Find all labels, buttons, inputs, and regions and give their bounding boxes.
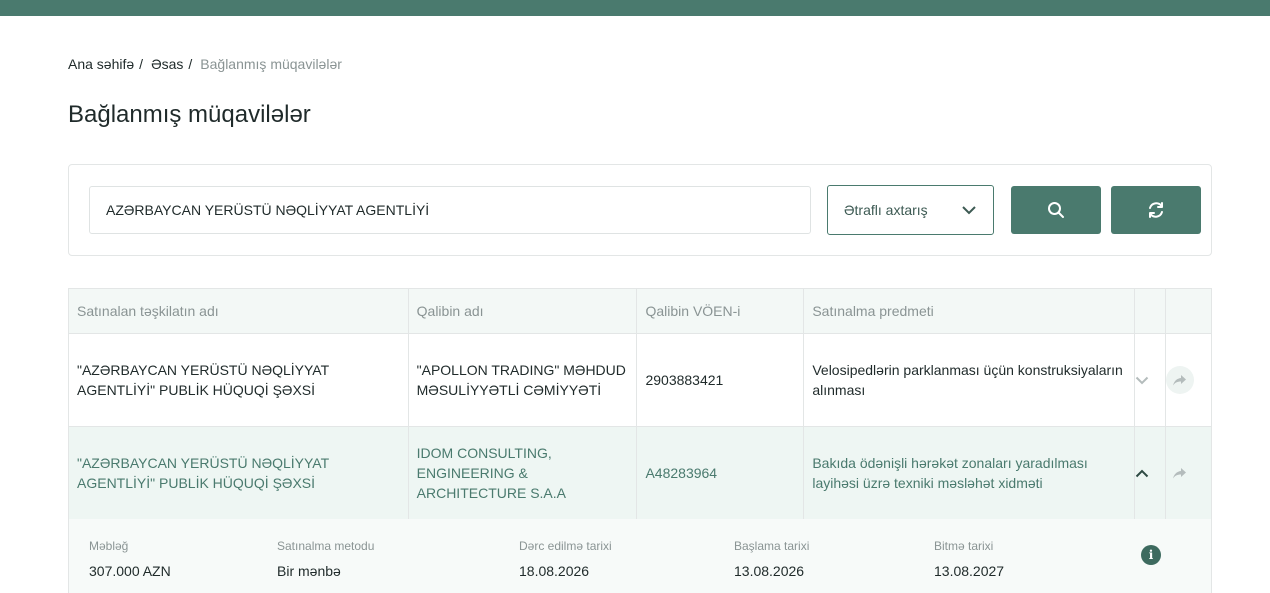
expand-row-button[interactable] <box>1134 333 1166 427</box>
refresh-icon <box>1149 202 1163 218</box>
table-row[interactable]: "AZƏRBAYCAN YERÜSTÜ NƏQLİYYAT AGENTLİYİ"… <box>68 333 1213 427</box>
chevron-down-icon <box>962 206 976 215</box>
detail-start-value: 13.08.2026 <box>734 563 805 579</box>
search-button[interactable] <box>1011 186 1101 234</box>
cell-winner: IDOM CONSULTING, ENGINEERING & ARCHITECT… <box>407 426 638 520</box>
share-button[interactable] <box>1164 426 1213 520</box>
cell-subject: Velosipedlərin parklanması üçün konstruk… <box>803 333 1136 427</box>
column-header-subject: Satınalma predmeti <box>803 288 1136 334</box>
detail-published-value: 18.08.2026 <box>519 563 590 579</box>
search-input[interactable] <box>89 186 811 234</box>
column-header-share <box>1164 288 1213 334</box>
detail-end-value: 13.08.2027 <box>934 563 1005 579</box>
breadcrumb-main[interactable]: Əsas <box>151 56 183 72</box>
detail-method-value: Bir mənbə <box>277 563 341 579</box>
detail-amount-value: 307.000 AZN <box>89 563 171 579</box>
detail-amount-label: Məbləğ <box>89 539 129 553</box>
table-header-row: Satınalan təşkilatın adı Qalibin adı Qal… <box>68 288 1213 334</box>
column-header-expand <box>1134 288 1166 334</box>
chevron-down-icon <box>1135 376 1149 385</box>
share-button[interactable] <box>1164 333 1213 427</box>
table-row-expanded[interactable]: "AZƏRBAYCAN YERÜSTÜ NƏQLİYYAT AGENTLİYİ"… <box>68 426 1213 520</box>
detail-amount: Məbləğ 307.000 AZN <box>89 539 171 579</box>
page-title: Bağlanmış müqavilələr <box>68 101 311 128</box>
detail-method-label: Satınalma metodu <box>277 539 375 553</box>
contract-details-panel: Məbləğ 307.000 AZN Satınalma metodu Bir … <box>68 519 1212 593</box>
reset-button[interactable] <box>1111 186 1201 234</box>
top-bar <box>0 0 1270 16</box>
column-header-winner: Qalibin adı <box>407 288 638 334</box>
share-button-bg <box>1166 459 1194 487</box>
cell-voen: 2903883421 <box>636 333 805 427</box>
detail-published-label: Dərc edilmə tarixi <box>519 539 612 553</box>
share-arrow-icon <box>1173 467 1187 478</box>
detail-end: Bitmə tarixi 13.08.2027 <box>934 539 1004 579</box>
detail-start-label: Başlama tarixi <box>734 539 810 553</box>
advanced-search-dropdown[interactable]: Ətraflı axtarış <box>827 185 994 235</box>
contracts-table: Satınalan təşkilatın adı Qalibin adı Qal… <box>68 288 1213 520</box>
breadcrumb-separator: / <box>139 56 144 72</box>
collapse-row-button[interactable] <box>1134 426 1166 520</box>
detail-end-label: Bitmə tarixi <box>934 539 994 553</box>
info-icon[interactable]: i <box>1141 545 1161 565</box>
cell-buyer: "AZƏRBAYCAN YERÜSTÜ NƏQLİYYAT AGENTLİYİ"… <box>68 426 409 520</box>
cell-buyer: "AZƏRBAYCAN YERÜSTÜ NƏQLİYYAT AGENTLİYİ"… <box>68 333 409 427</box>
detail-method: Satınalma metodu Bir mənbə <box>277 539 374 579</box>
breadcrumb-home[interactable]: Ana səhifə <box>68 56 134 72</box>
breadcrumb-current: Bağlanmış müqavilələr <box>200 56 342 72</box>
cell-subject: Bakıda ödənişli hərəkət zonaları yaradıl… <box>803 426 1136 520</box>
detail-published: Dərc edilmə tarixi 18.08.2026 <box>519 539 612 579</box>
cell-winner: "APOLLON TRADING" MƏHDUD MƏSULİYYƏTLİ CƏ… <box>407 333 638 427</box>
share-arrow-icon <box>1173 374 1187 385</box>
chevron-up-icon <box>1135 469 1149 478</box>
share-button-bg <box>1165 366 1194 394</box>
search-panel: Ətraflı axtarış <box>68 164 1212 256</box>
column-header-buyer: Satınalan təşkilatın adı <box>68 288 409 334</box>
breadcrumb-separator: / <box>188 56 193 72</box>
column-header-voen: Qalibin VÖEN-i <box>636 288 805 334</box>
search-icon <box>1048 202 1064 218</box>
breadcrumb: Ana səhifə / Əsas / Bağlanmış müqavilələ… <box>68 56 342 72</box>
advanced-search-label: Ətraflı axtarış <box>844 202 928 218</box>
detail-start: Başlama tarixi 13.08.2026 <box>734 539 809 579</box>
cell-voen: A48283964 <box>636 426 805 520</box>
